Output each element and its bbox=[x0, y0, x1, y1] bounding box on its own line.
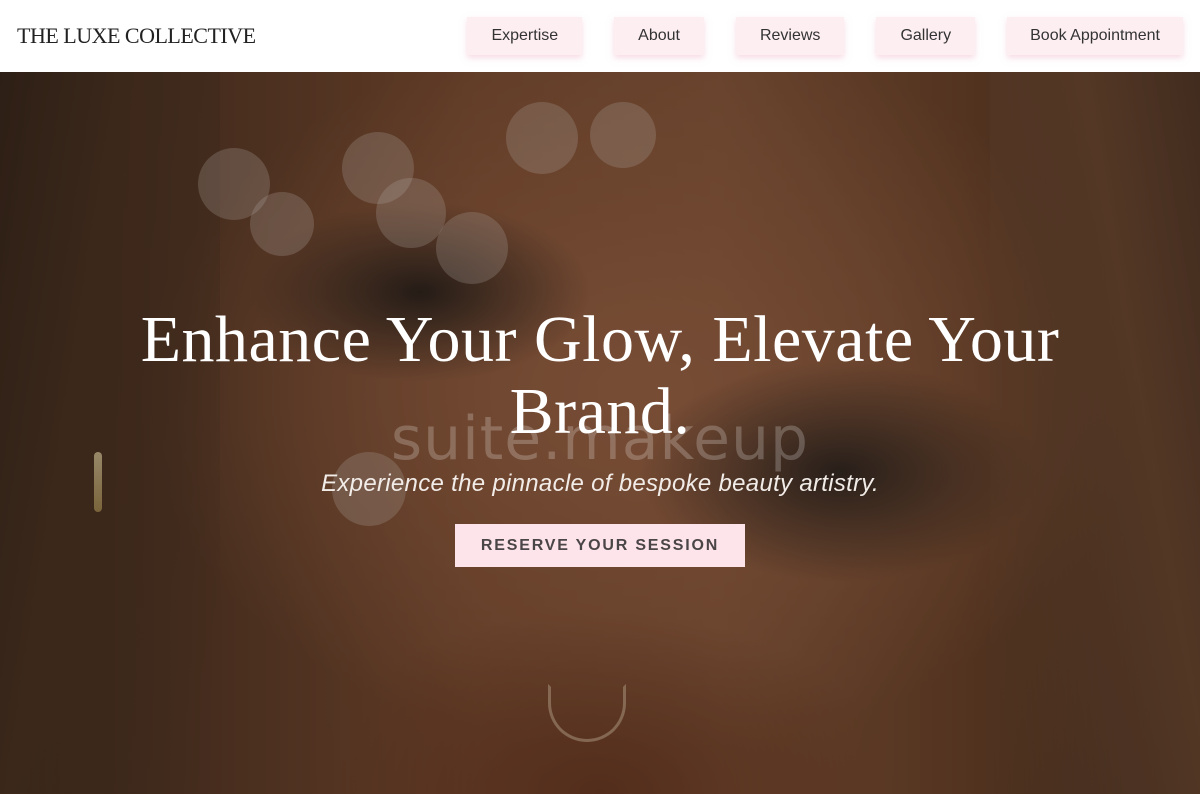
nav-book-appointment-button[interactable]: Book Appointment bbox=[1007, 17, 1183, 55]
reserve-session-button[interactable]: RESERVE YOUR SESSION bbox=[455, 524, 745, 567]
hero-section: suite.makeup Enhance Your Glow, Elevate … bbox=[0, 72, 1200, 794]
site-header: THE LUXE COLLECTIVE Expertise About Revi… bbox=[0, 0, 1200, 72]
hero-content: Enhance Your Glow, Elevate Your Brand. E… bbox=[0, 304, 1200, 567]
hero-subheadline: Experience the pinnacle of bespoke beaut… bbox=[321, 470, 879, 497]
nav-reviews-button[interactable]: Reviews bbox=[735, 17, 845, 55]
nav-expertise-button[interactable]: Expertise bbox=[467, 17, 583, 55]
hero-headline: Enhance Your Glow, Elevate Your Brand. bbox=[140, 303, 1060, 448]
site-logo[interactable]: THE LUXE COLLECTIVE bbox=[17, 23, 256, 49]
nav-gallery-button[interactable]: Gallery bbox=[876, 17, 976, 55]
main-nav: Expertise About Reviews Gallery Book App… bbox=[467, 17, 1183, 55]
nav-about-button[interactable]: About bbox=[614, 17, 704, 55]
